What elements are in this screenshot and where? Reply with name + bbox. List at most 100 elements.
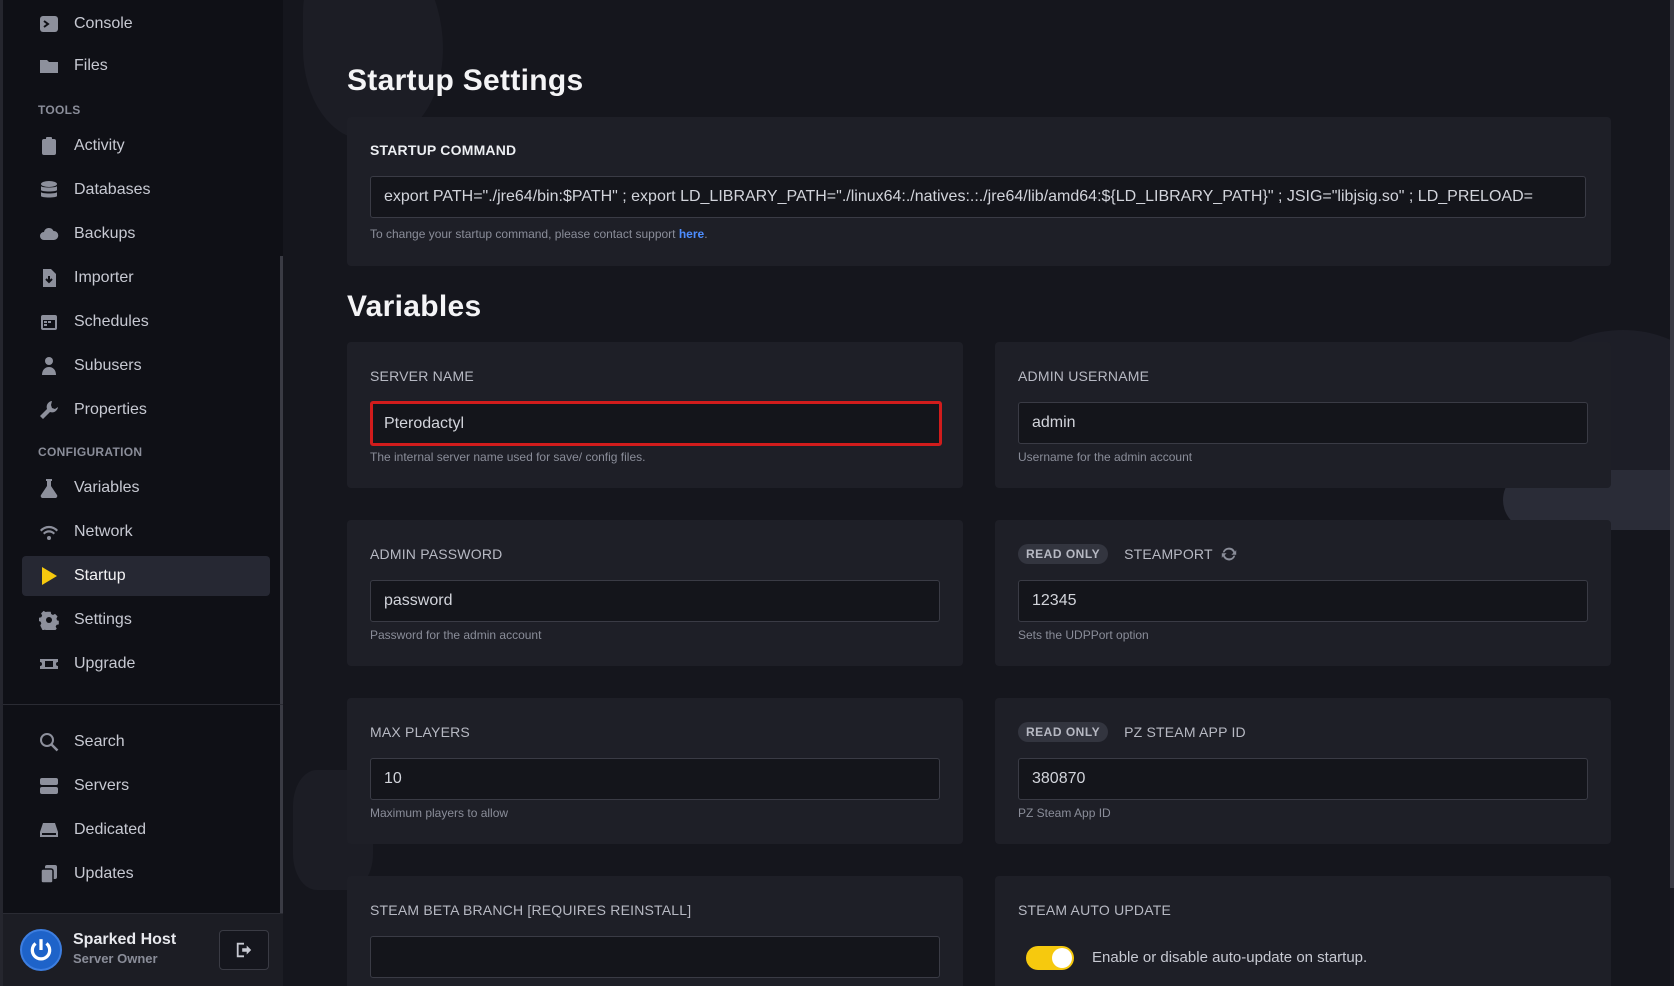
sidebar-item-upgrade[interactable]: Upgrade bbox=[22, 644, 270, 684]
max-players-input[interactable]: 10 bbox=[370, 758, 940, 800]
sidebar-item-label: Updates bbox=[74, 865, 134, 882]
server-name-help: The internal server name used for save/ … bbox=[370, 450, 646, 464]
pz-app-id-help: PZ Steam App ID bbox=[1018, 806, 1111, 820]
folder-icon bbox=[38, 55, 60, 77]
sidebar-item-label: Subusers bbox=[74, 357, 142, 374]
read-only-badge: READ ONLY bbox=[1018, 722, 1109, 742]
sidebar-item-label: Variables bbox=[74, 479, 140, 496]
sidebar-item-console[interactable]: Console bbox=[22, 4, 270, 44]
variable-card-steamport: READ ONLY STEAMPORT 12345 Sets the UDPPo… bbox=[995, 520, 1611, 666]
sidebar-item-backups[interactable]: Backups bbox=[22, 214, 270, 254]
auto-update-label: STEAM AUTO UPDATE bbox=[1018, 902, 1172, 918]
admin-username-input[interactable]: admin bbox=[1018, 402, 1588, 444]
sidebar-item-schedules[interactable]: Schedules bbox=[22, 302, 270, 342]
startup-command-card: STARTUP COMMAND export PATH="./jre64/bin… bbox=[347, 117, 1611, 266]
admin-username-value: admin bbox=[1032, 414, 1076, 431]
steamport-label-row: READ ONLY STEAMPORT bbox=[1018, 544, 1237, 564]
wrench-icon bbox=[38, 399, 60, 421]
server-name-input[interactable]: Pterodactyl bbox=[370, 401, 942, 446]
clipboard-icon bbox=[38, 135, 60, 157]
support-link[interactable]: here bbox=[679, 227, 704, 241]
steamport-help: Sets the UDPPort option bbox=[1018, 628, 1149, 642]
user-role: Server Owner bbox=[73, 951, 158, 966]
variable-card-beta-branch: STEAM BETA BRANCH [REQUIRES REINSTALL] bbox=[347, 876, 963, 986]
sidebar-item-servers[interactable]: Servers bbox=[22, 766, 270, 806]
admin-password-value: password bbox=[384, 592, 453, 609]
auto-update-toggle[interactable] bbox=[1026, 946, 1074, 970]
sidebar-item-startup[interactable]: Startup bbox=[22, 556, 270, 596]
terminal-icon bbox=[38, 13, 60, 35]
startup-settings-title: Startup Settings bbox=[347, 64, 584, 97]
sidebar-item-label: Startup bbox=[74, 567, 126, 584]
logout-icon bbox=[236, 942, 252, 958]
wifi-icon bbox=[38, 521, 60, 543]
sidebar-item-label: Files bbox=[74, 57, 108, 74]
copy-icon bbox=[38, 863, 60, 885]
sidebar-item-properties[interactable]: Properties bbox=[22, 390, 270, 430]
refresh-icon[interactable] bbox=[1221, 546, 1237, 562]
sidebar-item-label: Settings bbox=[74, 611, 132, 628]
avatar[interactable] bbox=[20, 929, 62, 971]
admin-password-help: Password for the admin account bbox=[370, 628, 542, 642]
sidebar-item-databases[interactable]: Databases bbox=[22, 170, 270, 210]
sidebar-item-dedicated[interactable]: Dedicated bbox=[22, 810, 270, 850]
flask-icon bbox=[38, 477, 60, 499]
sidebar-item-subusers[interactable]: Subusers bbox=[22, 346, 270, 386]
variable-card-max-players: MAX PLAYERS 10 Maximum players to allow bbox=[347, 698, 963, 844]
help-text: To change your startup command, please c… bbox=[370, 227, 679, 241]
variable-card-admin-username: ADMIN USERNAME admin Username for the ad… bbox=[995, 342, 1611, 488]
sidebar-item-importer[interactable]: Importer bbox=[22, 258, 270, 298]
configuration-heading: CONFIGURATION bbox=[38, 445, 143, 459]
server-icon bbox=[38, 775, 60, 797]
sidebar-item-updates[interactable]: Updates bbox=[22, 854, 270, 894]
logout-button[interactable] bbox=[219, 930, 269, 970]
sidebar-item-activity[interactable]: Activity bbox=[22, 126, 270, 166]
sidebar-item-label: Backups bbox=[74, 225, 136, 242]
beta-branch-label: STEAM BETA BRANCH [REQUIRES REINSTALL] bbox=[370, 902, 692, 918]
sidebar-item-files[interactable]: Files bbox=[22, 46, 270, 86]
sidebar-item-settings[interactable]: Settings bbox=[22, 600, 270, 640]
admin-password-input[interactable]: password bbox=[370, 580, 940, 622]
pz-app-id-label: PZ STEAM APP ID bbox=[1124, 724, 1246, 740]
ticket-icon bbox=[38, 653, 60, 675]
pz-app-id-label-row: READ ONLY PZ STEAM APP ID bbox=[1018, 722, 1246, 742]
server-name-label: SERVER NAME bbox=[370, 368, 474, 384]
read-only-badge: READ ONLY bbox=[1018, 544, 1109, 564]
toggle-knob bbox=[1052, 948, 1072, 968]
page-scrollbar[interactable] bbox=[1670, 0, 1674, 986]
steamport-label: STEAMPORT bbox=[1124, 546, 1213, 562]
max-players-value: 10 bbox=[384, 770, 402, 787]
sidebar-item-search[interactable]: Search bbox=[22, 722, 270, 762]
user-panel: Sparked Host Server Owner bbox=[3, 913, 283, 986]
sidebar-item-variables[interactable]: Variables bbox=[22, 468, 270, 508]
steamport-input[interactable]: 12345 bbox=[1018, 580, 1588, 622]
search-icon bbox=[38, 731, 60, 753]
cloud-icon bbox=[38, 223, 60, 245]
variable-card-pz-app-id: READ ONLY PZ STEAM APP ID 380870 PZ Stea… bbox=[995, 698, 1611, 844]
sidebar-item-label: Schedules bbox=[74, 313, 149, 330]
sidebar-item-network[interactable]: Network bbox=[22, 512, 270, 552]
user-name: Sparked Host bbox=[73, 931, 177, 948]
play-icon bbox=[38, 565, 60, 587]
main-content: Startup Settings STARTUP COMMAND export … bbox=[283, 0, 1674, 986]
power-icon bbox=[30, 939, 52, 961]
sidebar-item-label: Network bbox=[74, 523, 133, 540]
max-players-label: MAX PLAYERS bbox=[370, 724, 470, 740]
tools-heading: TOOLS bbox=[38, 103, 81, 117]
sidebar-item-label: Activity bbox=[74, 137, 125, 154]
file-import-icon bbox=[38, 267, 60, 289]
auto-update-description: Enable or disable auto-update on startup… bbox=[1092, 949, 1368, 966]
sidebar-item-label: Search bbox=[74, 733, 125, 750]
page-scrollbar-thumb[interactable] bbox=[1670, 0, 1674, 888]
pz-app-id-value: 380870 bbox=[1032, 770, 1086, 787]
sidebar-item-label: Console bbox=[74, 15, 133, 32]
sidebar-item-label: Importer bbox=[74, 269, 134, 286]
sidebar-item-label: Databases bbox=[74, 181, 151, 198]
startup-command-help: To change your startup command, please c… bbox=[370, 227, 708, 241]
beta-branch-input[interactable] bbox=[370, 936, 940, 978]
startup-command-label: STARTUP COMMAND bbox=[370, 142, 517, 158]
startup-command-field[interactable]: export PATH="./jre64/bin:$PATH" ; export… bbox=[370, 176, 1586, 218]
admin-password-label: ADMIN PASSWORD bbox=[370, 546, 503, 562]
sidebar-item-label: Dedicated bbox=[74, 821, 147, 838]
pz-app-id-input[interactable]: 380870 bbox=[1018, 758, 1588, 800]
